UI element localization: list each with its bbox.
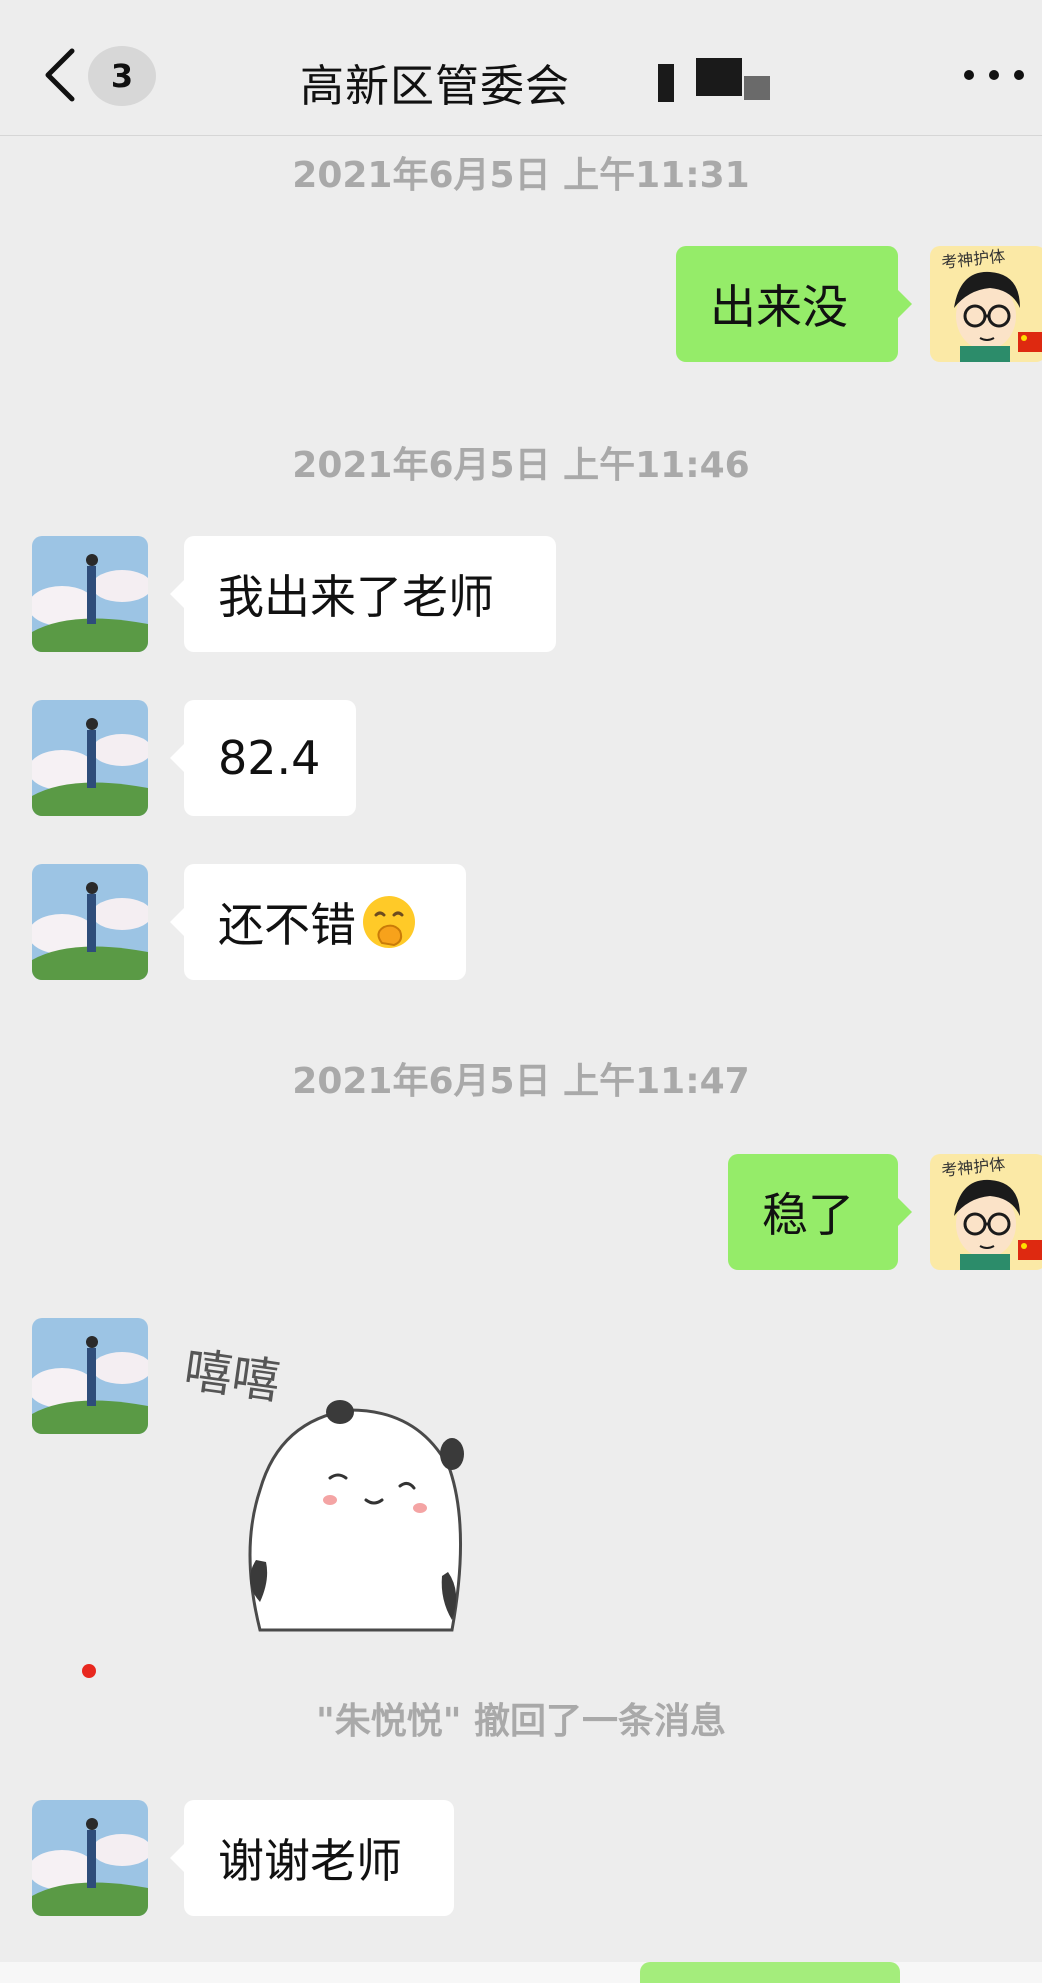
contact-avatar[interactable] xyxy=(32,1318,148,1434)
message-text: 还不错 xyxy=(218,898,356,952)
bottom-edge xyxy=(0,1962,1042,1983)
landscape-person-icon xyxy=(32,700,148,816)
contact-avatar[interactable] xyxy=(32,536,148,652)
recall-notice: "朱悦悦" 撤回了一条消息 xyxy=(315,1701,727,1742)
redacted-mark xyxy=(744,76,770,100)
self-avatar[interactable]: 考神护体 xyxy=(930,246,1042,362)
message-bubble-incoming[interactable]: 谢谢老师 xyxy=(170,1800,454,1916)
chevron-left-icon xyxy=(45,48,75,102)
chat-title: 高新区管委会 xyxy=(300,61,570,112)
panda-sticker-icon xyxy=(248,1400,464,1632)
landscape-person-icon xyxy=(32,536,148,652)
more-options-button[interactable] xyxy=(964,62,1024,88)
unread-badge: 3 xyxy=(88,46,156,106)
contact-avatar[interactable] xyxy=(32,700,148,816)
partial-outgoing-bubble xyxy=(640,1962,900,1983)
cartoon-boy-glasses-icon: 考神护体 xyxy=(930,1154,1042,1270)
timestamp: 2021年6月5日 上午11:47 xyxy=(292,1061,750,1102)
dot-icon xyxy=(964,70,974,80)
message-bubble-outgoing[interactable]: 稳了 xyxy=(728,1154,912,1270)
redacted-mark xyxy=(696,58,742,96)
dot-icon xyxy=(989,70,999,80)
timestamp: 2021年6月5日 上午11:46 xyxy=(292,445,750,486)
hand-over-mouth-emoji-icon xyxy=(363,896,415,948)
landscape-person-icon xyxy=(32,1800,148,1916)
landscape-person-icon xyxy=(32,1318,148,1434)
red-dot xyxy=(82,1664,96,1678)
timestamp: 2021年6月5日 上午11:31 xyxy=(292,155,750,196)
chat-header: 3 高新区管委会 xyxy=(0,0,1042,136)
message-bubble-outgoing[interactable]: 出来没 xyxy=(676,246,912,362)
redacted-mark xyxy=(658,64,674,102)
landscape-person-icon xyxy=(32,864,148,980)
dot-icon xyxy=(1014,70,1024,80)
contact-avatar[interactable] xyxy=(32,864,148,980)
message-bubble-incoming[interactable]: 我出来了老师 xyxy=(170,536,556,652)
contact-avatar[interactable] xyxy=(32,1800,148,1916)
sticker-message[interactable]: 嘻嘻 xyxy=(181,1330,520,1640)
message-bubble-incoming[interactable]: 还不错 xyxy=(170,864,466,980)
message-bubble-incoming[interactable]: 82.4 xyxy=(170,700,356,816)
back-button[interactable]: 3 xyxy=(40,40,160,110)
cartoon-boy-glasses-icon: 考神护体 xyxy=(930,246,1042,362)
self-avatar[interactable]: 考神护体 xyxy=(930,1154,1042,1270)
